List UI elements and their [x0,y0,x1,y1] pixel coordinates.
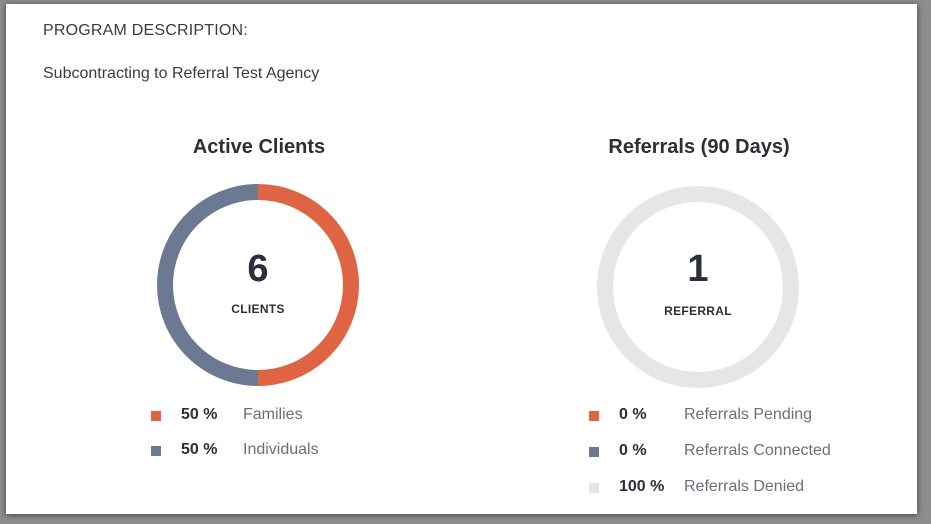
active-clients-count: 6 [247,248,269,290]
referrals-count: 1 [687,248,709,290]
legend-label: Individuals [243,441,319,458]
legend-percent: 50 % [181,406,218,423]
active-clients-title: Active Clients [192,136,326,158]
active-clients-unit: CLIENTS [231,302,285,316]
legend-swatch [589,411,599,421]
program-card: PROGRAM DESCRIPTION: Subcontracting to R… [6,4,917,514]
program-description-text: Subcontracting to Referral Test Agency [43,65,320,82]
program-description-label: PROGRAM DESCRIPTION: [43,22,248,39]
referrals-title: Referrals (90 Days) [608,136,790,158]
legend-label: Families [243,406,303,423]
legend-percent: 0 % [619,442,647,459]
legend-percent: 100 % [619,478,665,495]
legend-percent: 50 % [181,441,218,458]
legend-swatch [151,446,161,456]
referrals-unit: REFERRAL [664,304,732,318]
legend-swatch [589,447,599,457]
legend-label: Referrals Connected [684,442,831,459]
legend-swatch [151,411,161,421]
legend-percent: 0 % [619,406,647,423]
legend-swatch [589,483,599,493]
legend-label: Referrals Pending [684,406,813,423]
legend-label: Referrals Denied [684,478,805,495]
